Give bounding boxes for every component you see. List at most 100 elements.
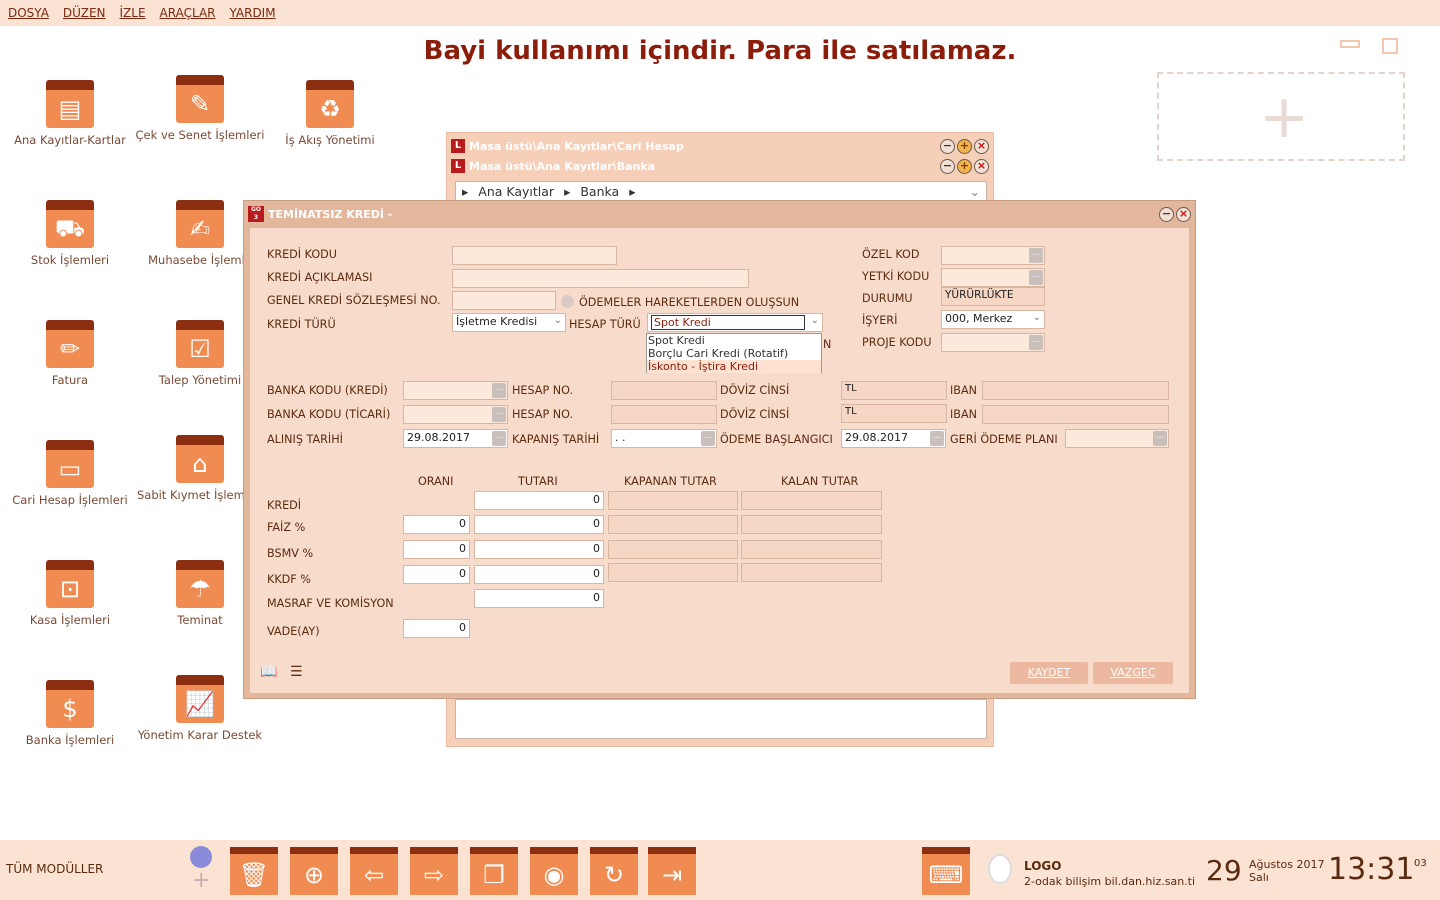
- kredi-turu-select[interactable]: İşletme Kredisi ⌄: [452, 313, 566, 332]
- ellipsis-icon[interactable]: ...: [492, 383, 506, 398]
- iban-ticari-input[interactable]: [982, 405, 1169, 424]
- menu-dosya[interactable]: DOSYA: [8, 6, 49, 20]
- desktop-icon[interactable]: ♻ İş Akış Yönetimi: [265, 80, 395, 147]
- alinis-tarihi-input[interactable]: 29.08.2017...: [403, 429, 508, 448]
- book-icon[interactable]: 📖: [260, 664, 277, 680]
- trash-icon[interactable]: 🗑: [230, 847, 278, 895]
- window-title-cari-hesap[interactable]: L Masa üstü\Ana Kayıtlar\Cari Hesap − + ×: [451, 137, 989, 155]
- ellipsis-icon[interactable]: ...: [1029, 248, 1043, 263]
- bsmv-row-label: BSMV %: [267, 547, 314, 560]
- ellipsis-icon[interactable]: ...: [930, 431, 944, 446]
- desktop-icon[interactable]: ⛟ Stok İşlemleri: [5, 200, 135, 267]
- restore-icon[interactable]: [1382, 38, 1398, 54]
- minimize-icon[interactable]: −: [1159, 206, 1174, 222]
- keyboard-icon[interactable]: ⌨: [922, 847, 970, 895]
- breadcrumb-ana-kayitlar[interactable]: Ana Kayıtlar: [478, 184, 554, 199]
- vade-row-label: VADE(AY): [267, 625, 320, 638]
- folders-icon: ▤: [46, 80, 94, 128]
- ellipsis-icon[interactable]: ...: [492, 431, 506, 446]
- menu-araclar[interactable]: ARAÇLAR: [160, 6, 216, 20]
- kredi-aciklamasi-input[interactable]: [452, 269, 749, 288]
- odeme-baslangici-input[interactable]: 29.08.2017...: [841, 429, 946, 448]
- desktop-icon[interactable]: ▤ Ana Kayıtlar-Kartlar: [5, 80, 135, 147]
- bsmv-tutari-input[interactable]: 0: [474, 540, 604, 559]
- chevron-down-icon[interactable]: ⌄: [970, 184, 980, 199]
- ellipsis-icon[interactable]: ...: [492, 407, 506, 422]
- minimize-icon[interactable]: −: [940, 138, 955, 154]
- hesap-no-input[interactable]: [611, 381, 717, 400]
- windows-icon[interactable]: ❐: [470, 847, 518, 895]
- ellipsis-icon[interactable]: ...: [1029, 335, 1043, 350]
- chevron-down-icon: ⌄: [1032, 312, 1041, 323]
- dropdown-option-borclu-cari[interactable]: Borçlu Cari Kredi (Rotatif): [647, 347, 821, 360]
- close-icon[interactable]: ×: [974, 138, 989, 154]
- dialog-title-bar[interactable]: GO 3 TEMİNATSIZ KREDİ - − ×: [248, 204, 1191, 224]
- genel-sozlesme-input[interactable]: [452, 291, 556, 310]
- vazgec-button[interactable]: VAZGEÇ: [1093, 662, 1173, 684]
- add-module-dropzone[interactable]: +: [1157, 72, 1405, 161]
- window-title-banka[interactable]: L Masa üstü\Ana Kayıtlar\Banka − + ×: [451, 157, 989, 175]
- kkdf-tutari-input[interactable]: 0: [474, 565, 604, 584]
- desktop-icon-label: Banka İşlemleri: [25, 733, 115, 747]
- desktop-icon-label: Yönetim Karar Destek: [137, 728, 263, 742]
- menu-izle[interactable]: İZLE: [120, 6, 146, 20]
- request-icon: ☑: [176, 320, 224, 368]
- dropdown-option-spot[interactable]: Spot Kredi: [647, 334, 821, 347]
- umbrella-icon: ☂: [176, 560, 224, 608]
- desktop-icon[interactable]: ✎ Çek ve Senet İşlemleri: [135, 75, 265, 142]
- refresh-icon[interactable]: ↻: [590, 847, 638, 895]
- id-card-icon: ▭: [46, 440, 94, 488]
- desktop-icon[interactable]: $ Banka İşlemleri: [5, 680, 135, 747]
- add-circle-icon[interactable]: ⊕: [290, 847, 338, 895]
- note-icon[interactable]: ☰: [290, 664, 303, 680]
- menu-yardim[interactable]: YARDIM: [230, 6, 276, 20]
- kredi-tutari-input[interactable]: 0: [474, 491, 604, 510]
- desktop-icon[interactable]: ⊡ Kasa İşlemleri: [5, 560, 135, 627]
- faiz-orani-input[interactable]: 0: [403, 515, 470, 534]
- workflow-icon: ♻: [306, 80, 354, 128]
- doviz-ticari-label: DÖVİZ CİNSİ: [720, 408, 790, 421]
- all-modules-button[interactable]: TÜM MODÜLLER: [6, 862, 103, 876]
- hesap-turu-select[interactable]: Spot Kredi ⌄: [647, 313, 823, 332]
- arrow-right-icon[interactable]: ⇨: [410, 847, 458, 895]
- odemeler-checkbox[interactable]: [561, 295, 574, 308]
- minimize-icon[interactable]: [1340, 40, 1360, 48]
- breadcrumb-banka[interactable]: Banka: [580, 184, 619, 199]
- safe-icon: ⊡: [46, 560, 94, 608]
- faiz-tutari-input[interactable]: 0: [474, 515, 604, 534]
- close-icon[interactable]: ×: [974, 158, 989, 174]
- bsmv-orani-input[interactable]: 0: [403, 540, 470, 559]
- ellipsis-icon[interactable]: ...: [1153, 431, 1167, 446]
- desktop-icon[interactable]: ✏ Fatura: [5, 320, 135, 387]
- proje-kodu-input[interactable]: ...: [941, 333, 1045, 352]
- dropdown-option-iskonto[interactable]: İskonto - İştira Kredi: [647, 360, 821, 373]
- banka-kredi-input[interactable]: ...: [403, 381, 508, 400]
- desktop-icon[interactable]: ▭ Cari Hesap İşlemleri: [5, 440, 135, 507]
- ellipsis-icon[interactable]: ...: [1029, 270, 1043, 285]
- yetki-kodu-label: YETKİ KODU: [862, 270, 930, 283]
- isyeri-select[interactable]: 000, Merkez ⌄: [941, 310, 1045, 329]
- kkdf-orani-input[interactable]: 0: [403, 565, 470, 584]
- maximize-icon[interactable]: +: [957, 138, 972, 154]
- vade-input[interactable]: 0: [403, 619, 470, 638]
- exit-icon[interactable]: ⇥: [648, 847, 696, 895]
- masraf-tutari-input[interactable]: 0: [474, 589, 604, 608]
- kredi-kodu-input[interactable]: [452, 246, 617, 265]
- menu-duzen[interactable]: DÜZEN: [63, 6, 106, 20]
- ellipsis-icon[interactable]: ...: [701, 431, 715, 446]
- kapanis-tarihi-input[interactable]: . ....: [611, 429, 717, 448]
- geri-odeme-input[interactable]: ...: [1065, 429, 1169, 448]
- ozel-kod-input[interactable]: ...: [941, 246, 1045, 265]
- plus-icon[interactable]: +: [192, 868, 210, 893]
- hesap-no-ticari-input[interactable]: [611, 405, 717, 424]
- banka-ticari-input[interactable]: ...: [403, 405, 508, 424]
- yetki-kodu-input[interactable]: ...: [941, 268, 1045, 287]
- eye-icon[interactable]: ◉: [530, 847, 578, 895]
- maximize-icon[interactable]: +: [957, 158, 972, 174]
- tutari-header: TUTARI: [518, 475, 558, 488]
- arrow-left-icon[interactable]: ⇦: [350, 847, 398, 895]
- close-icon[interactable]: ×: [1176, 206, 1191, 222]
- iban-input[interactable]: [982, 381, 1169, 400]
- kaydet-button[interactable]: KAYDET: [1010, 662, 1088, 684]
- minimize-icon[interactable]: −: [940, 158, 955, 174]
